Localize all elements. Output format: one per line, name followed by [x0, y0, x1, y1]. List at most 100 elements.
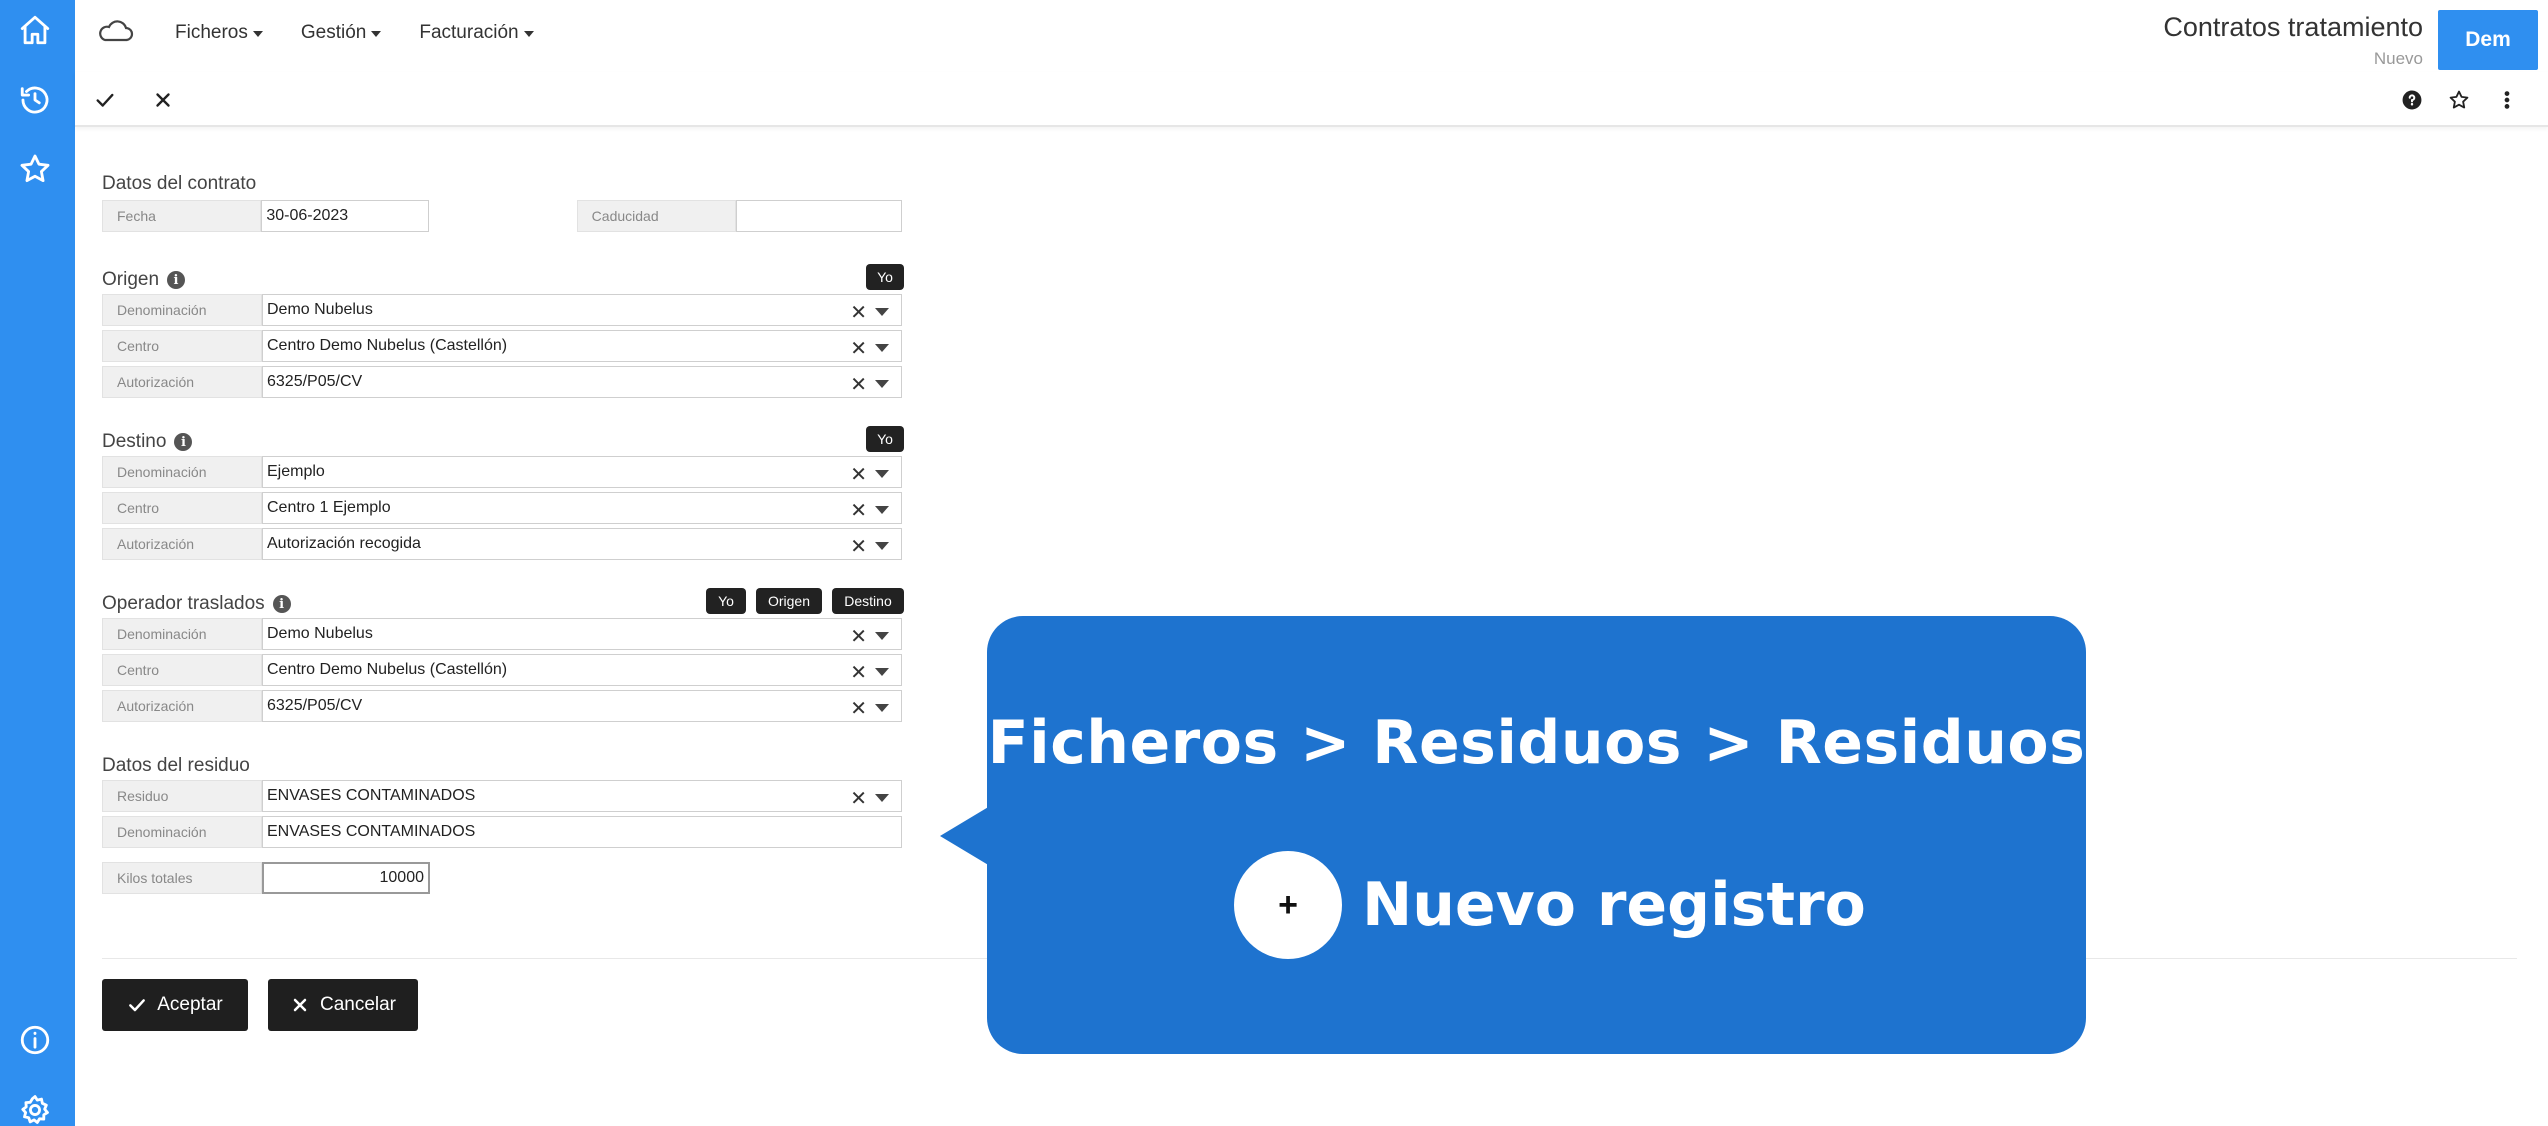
origin-authorization-label: Autorización	[102, 366, 262, 398]
operator-denomination-row: Denominación Demo Nubelus ✕	[102, 618, 902, 654]
waste-denomination-field[interactable]: ENVASES CONTAMINADOS	[262, 816, 902, 848]
origin-yo-button[interactable]: Yo	[866, 264, 904, 290]
clear-icon[interactable]: ✕	[850, 498, 867, 523]
waste-kilos-label: Kilos totales	[102, 862, 262, 894]
waste-residue-field[interactable]: ENVASES CONTAMINADOS ✕	[262, 780, 902, 812]
clear-icon[interactable]: ✕	[850, 696, 867, 721]
destination-denomination-label: Denominación	[102, 456, 262, 488]
section-operator-label: Operador traslados	[102, 593, 265, 614]
section-origin-title: Origen i Yo	[102, 264, 904, 294]
destination-center-row: Centro Centro 1 Ejemplo ✕	[102, 492, 902, 528]
operator-destination-button[interactable]: Destino	[832, 588, 904, 614]
cancel-button[interactable]: Cancelar	[268, 979, 418, 1031]
date-field[interactable]: 30-06-2023	[261, 200, 430, 232]
destination-yo-button[interactable]: Yo	[866, 426, 904, 452]
destination-authorization-value: Autorización recogida	[267, 535, 421, 552]
section-origin-label: Origen	[102, 269, 160, 290]
destination-denomination-value: Ejemplo	[267, 463, 325, 480]
dropdown-icon[interactable]	[875, 308, 889, 316]
waste-kilos-row: Kilos totales 10000	[102, 862, 902, 898]
info-icon[interactable]: i	[272, 595, 291, 613]
dropdown-icon[interactable]	[875, 506, 889, 514]
caret-down-icon	[371, 31, 382, 37]
clear-icon[interactable]: ✕	[850, 372, 867, 397]
clear-icon[interactable]: ✕	[850, 786, 867, 811]
origin-authorization-field[interactable]: 6325/P05/CV ✕	[262, 366, 902, 398]
check-icon[interactable]	[91, 86, 119, 114]
operator-authorization-label: Autorización	[102, 690, 262, 722]
user-button[interactable]: Dem	[2438, 10, 2538, 70]
clear-icon[interactable]: ✕	[850, 462, 867, 487]
callout-pointer	[940, 806, 990, 866]
destination-center-label: Centro	[102, 492, 262, 524]
operator-origin-button[interactable]: Origen	[756, 588, 822, 614]
star-icon[interactable]	[15, 149, 55, 189]
clear-icon[interactable]: ✕	[850, 300, 867, 325]
main-menu: Ficheros Gestión Facturación	[175, 22, 534, 44]
clear-icon[interactable]: ✕	[850, 624, 867, 649]
menu-facturacion[interactable]: Facturación	[419, 22, 534, 44]
expiry-label: Caducidad	[576, 200, 737, 232]
app-window: Ficheros Gestión Facturación Contratos t…	[0, 0, 2548, 1126]
menu-facturacion-label: Facturación	[419, 22, 519, 43]
accept-button[interactable]: Aceptar	[102, 979, 248, 1031]
info-icon[interactable]: i	[167, 271, 186, 289]
destination-authorization-field[interactable]: Autorización recogida ✕	[262, 528, 902, 560]
menu-ficheros-label: Ficheros	[175, 22, 248, 43]
star-icon[interactable]	[2445, 86, 2473, 114]
menu-ficheros[interactable]: Ficheros	[175, 22, 263, 44]
cancel-label: Cancelar	[319, 994, 397, 1015]
info-icon[interactable]: i	[174, 433, 193, 451]
origin-denomination-field[interactable]: Demo Nubelus ✕	[262, 294, 902, 326]
operator-center-field[interactable]: Centro Demo Nubelus (Castellón) ✕	[262, 654, 902, 686]
dropdown-icon[interactable]	[875, 668, 889, 676]
close-icon[interactable]	[149, 86, 177, 114]
more-vertical-icon[interactable]	[2493, 86, 2521, 114]
dropdown-icon[interactable]	[875, 470, 889, 478]
help-icon[interactable]	[2398, 86, 2426, 114]
destination-center-value: Centro 1 Ejemplo	[267, 499, 391, 516]
destination-authorization-row: Autorización Autorización recogida ✕	[102, 528, 902, 564]
destination-denomination-field[interactable]: Ejemplo ✕	[262, 456, 902, 488]
menu-gestion[interactable]: Gestión	[301, 22, 382, 44]
home-icon[interactable]	[15, 10, 55, 50]
waste-denomination-row: Denominación ENVASES CONTAMINADOS	[102, 816, 902, 852]
page-title: Contratos tratamiento	[2163, 12, 2423, 42]
date-label: Fecha	[102, 200, 262, 232]
gear-icon[interactable]	[15, 1090, 55, 1126]
section-waste-label: Datos del residuo	[102, 755, 250, 776]
dropdown-icon[interactable]	[875, 380, 889, 388]
clear-icon[interactable]: ✕	[850, 336, 867, 361]
toolbar	[75, 72, 2548, 127]
section-destination-label: Destino	[102, 431, 167, 452]
operator-authorization-field[interactable]: 6325/P05/CV ✕	[262, 690, 902, 722]
cloud-logo-icon[interactable]	[95, 18, 135, 46]
destination-center-field[interactable]: Centro 1 Ejemplo ✕	[262, 492, 902, 524]
waste-denomination-label: Denominación	[102, 816, 262, 848]
clear-icon[interactable]: ✕	[850, 660, 867, 685]
info-icon[interactable]	[15, 1020, 55, 1060]
operator-denomination-field[interactable]: Demo Nubelus ✕	[262, 618, 902, 650]
dropdown-icon[interactable]	[875, 632, 889, 640]
origin-authorization-row: Autorización 6325/P05/CV ✕	[102, 366, 902, 402]
clear-icon[interactable]: ✕	[850, 534, 867, 559]
operator-authorization-value: 6325/P05/CV	[267, 697, 363, 714]
origin-center-field[interactable]: Centro Demo Nubelus (Castellón) ✕	[262, 330, 902, 362]
dropdown-icon[interactable]	[875, 344, 889, 352]
expiry-field[interactable]	[736, 200, 903, 232]
navigation-hint-callout: Ficheros > Residuos > Residuos + Nuevo r…	[987, 616, 2086, 1054]
waste-residue-row: Residuo ENVASES CONTAMINADOS ✕	[102, 780, 902, 816]
dropdown-icon[interactable]	[875, 704, 889, 712]
check-icon	[129, 999, 146, 1012]
destination-denomination-row: Denominación Ejemplo ✕	[102, 456, 902, 492]
origin-authorization-value: 6325/P05/CV	[267, 373, 363, 390]
contract-form: Datos del contrato Fecha 30-06-2023 Cadu…	[102, 170, 904, 898]
kilos-field[interactable]: 10000	[262, 862, 430, 894]
operator-yo-button[interactable]: Yo	[706, 588, 746, 614]
callout-path: Ficheros > Residuos > Residuos	[987, 708, 2086, 778]
dropdown-icon[interactable]	[875, 542, 889, 550]
callout-new-record: + Nuevo registro	[1234, 851, 1866, 959]
history-icon[interactable]	[15, 80, 55, 120]
dropdown-icon[interactable]	[875, 794, 889, 802]
top-bar: Ficheros Gestión Facturación Contratos t…	[75, 0, 2548, 70]
